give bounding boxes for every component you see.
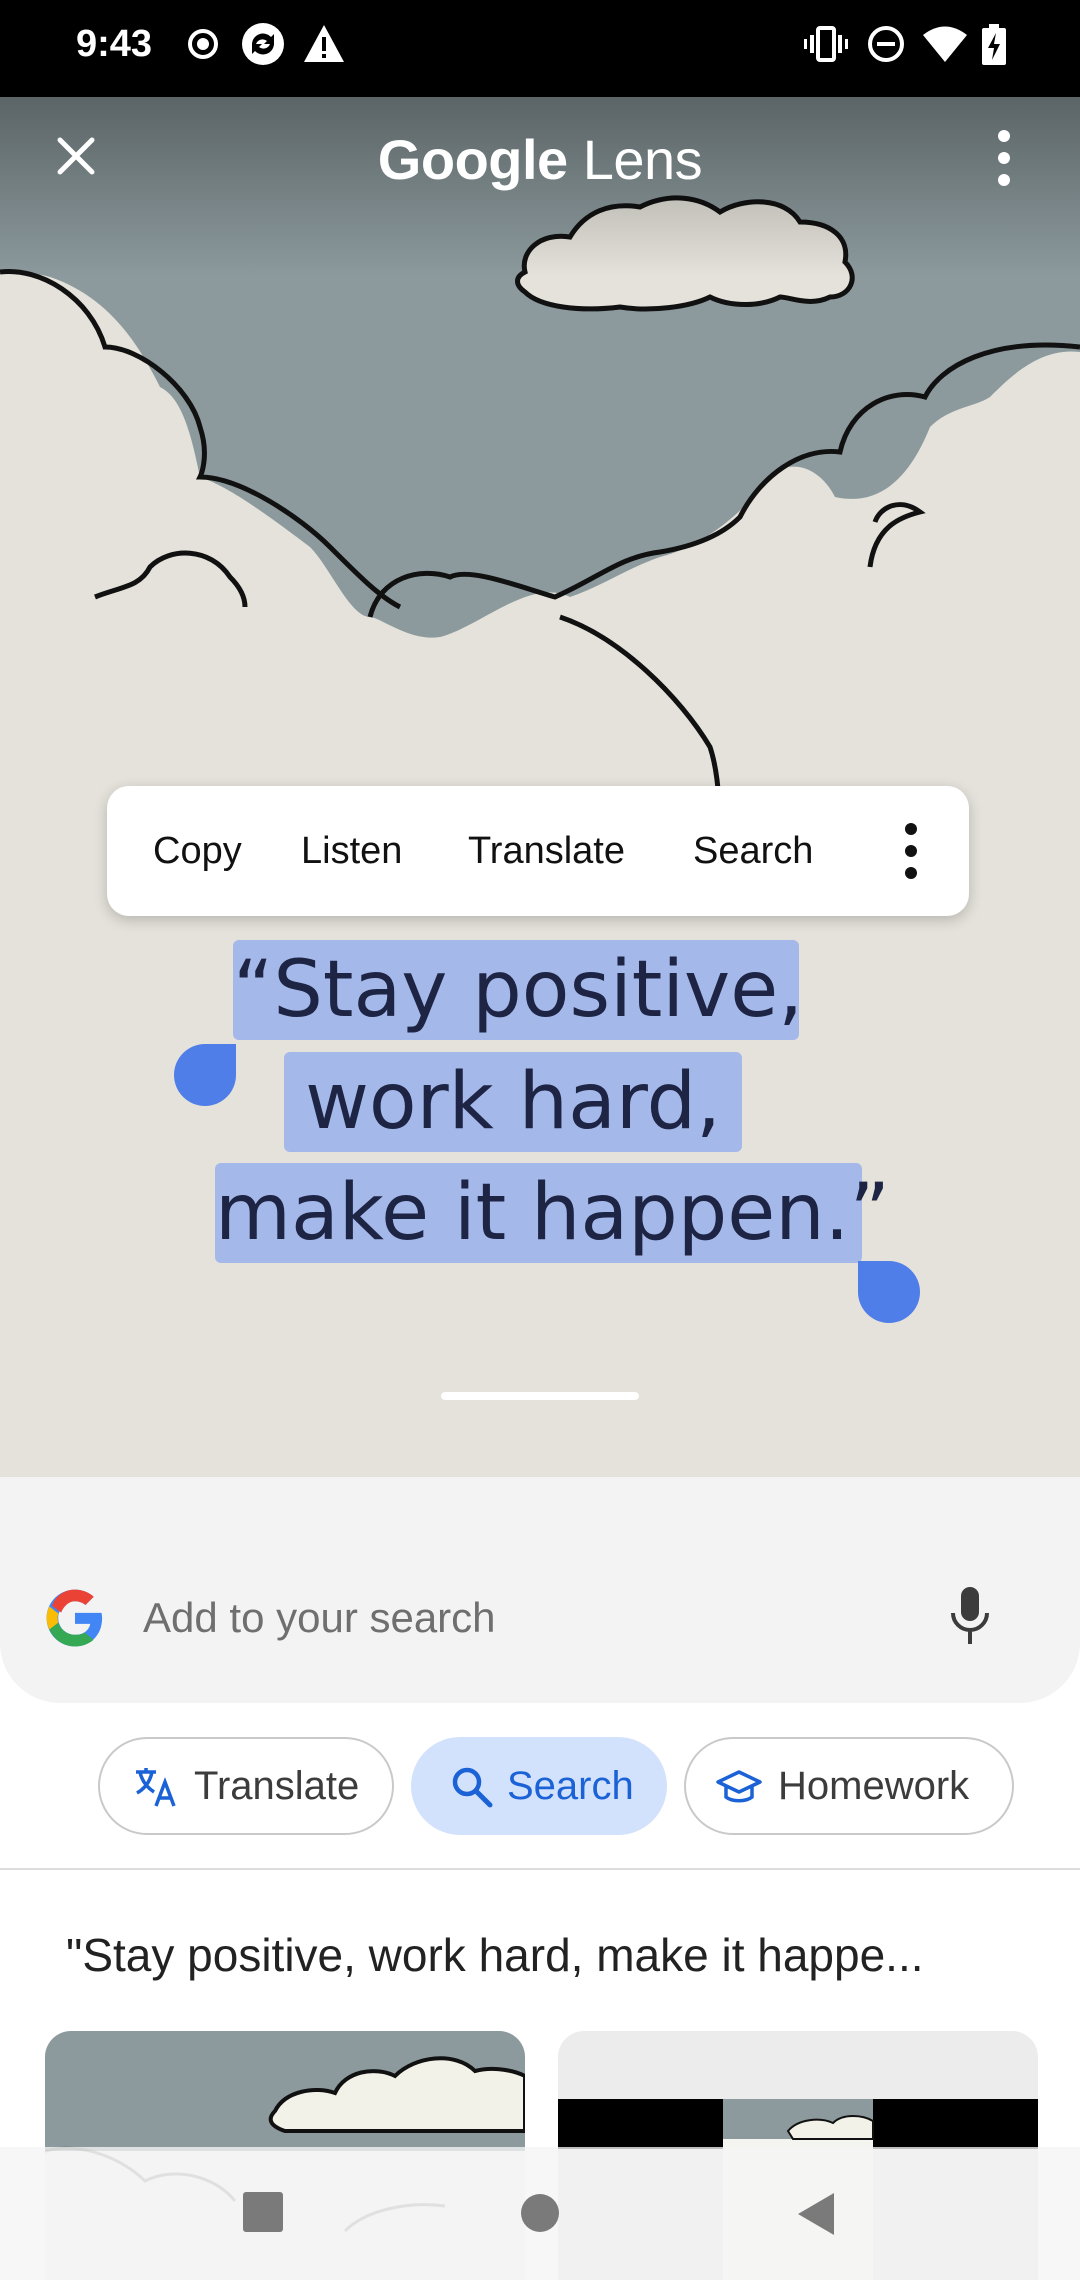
- search-input[interactable]: Add to your search: [143, 1587, 496, 1649]
- selected-text-line[interactable]: make it happen.”: [215, 1163, 890, 1263]
- google-g-icon: [46, 1589, 103, 1647]
- status-time: 9:43: [76, 23, 153, 65]
- graduation-cap-icon: [716, 1770, 762, 1803]
- selected-text-line[interactable]: work hard,: [284, 1052, 742, 1152]
- translate-icon: [136, 1768, 176, 1807]
- record-icon: [188, 29, 218, 59]
- search-action-button[interactable]: Search: [693, 786, 813, 916]
- sheet-drag-handle[interactable]: [441, 1392, 639, 1400]
- battery-charging-icon: [982, 24, 1006, 65]
- result-title: "Stay positive, work hard, make it happe…: [66, 1929, 924, 1981]
- more-vertical-icon[interactable]: [982, 118, 1026, 198]
- do-not-disturb-icon: [868, 26, 904, 62]
- back-triangle-icon[interactable]: [796, 2191, 836, 2237]
- search-bar[interactable]: Add to your search: [0, 1477, 1080, 1703]
- copy-button[interactable]: Copy: [153, 786, 242, 916]
- status-bar: 9:43: [0, 0, 1080, 97]
- camera-viewport[interactable]: Google Lens Copy Listen Translate Search…: [0, 97, 1080, 1537]
- warning-icon: [304, 25, 344, 62]
- more-vertical-icon[interactable]: [891, 820, 931, 882]
- search-chip[interactable]: Search: [411, 1737, 667, 1835]
- recents-square-icon[interactable]: [242, 2191, 284, 2233]
- homework-chip-label: Homework: [778, 1764, 970, 1808]
- homework-chip[interactable]: Homework: [684, 1737, 1014, 1835]
- lens-header: Google Lens: [0, 97, 1080, 277]
- search-chip-label: Search: [507, 1764, 634, 1808]
- wifi-icon: [923, 26, 967, 62]
- title-brand: Google: [377, 128, 568, 191]
- selected-text-line[interactable]: “Stay positive,: [233, 940, 803, 1040]
- mic-icon[interactable]: [950, 1585, 990, 1649]
- translate-chip-label: Translate: [194, 1764, 360, 1808]
- selection-start-handle[interactable]: [174, 1044, 236, 1106]
- vibrate-icon: [804, 26, 848, 62]
- search-icon: [452, 1767, 493, 1808]
- navigation-bar: [0, 2147, 1080, 2280]
- sync-icon: [242, 23, 284, 65]
- home-circle-icon[interactable]: [519, 2192, 561, 2234]
- translate-action-button[interactable]: Translate: [468, 786, 625, 916]
- page-title: Google Lens: [0, 128, 1080, 192]
- title-product: Lens: [582, 128, 703, 191]
- selection-end-handle[interactable]: [858, 1261, 920, 1323]
- text-actions-menu: Copy Listen Translate Search: [107, 786, 969, 916]
- listen-button[interactable]: Listen: [301, 786, 402, 916]
- divider: [0, 1868, 1080, 1870]
- translate-chip[interactable]: Translate: [98, 1737, 394, 1835]
